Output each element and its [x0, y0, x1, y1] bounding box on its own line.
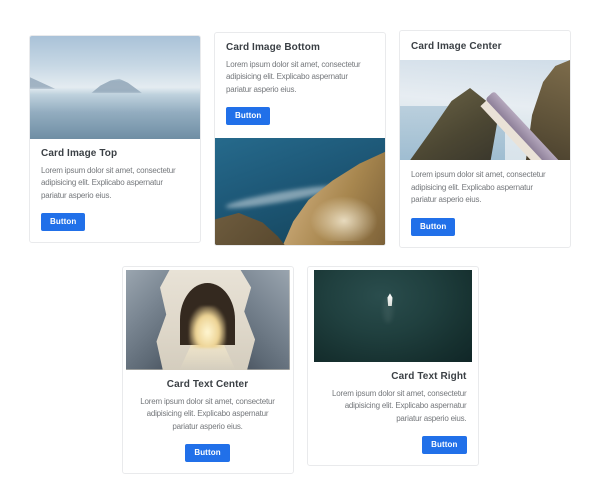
card-text: Lorem ipsum dolor sit amet, consectetur …	[226, 59, 374, 97]
card-body: Lorem ipsum dolor sit amet, consectetur …	[400, 160, 570, 247]
card-body: Card Text Right Lorem ipsum dolor sit am…	[308, 362, 478, 466]
card-body: Card Text Center Lorem ipsum dolor sit a…	[123, 370, 293, 474]
ocean-cliff-photo	[215, 138, 385, 245]
page-canvas: Card Image Top Lorem ipsum dolor sit ame…	[0, 0, 600, 488]
mountain-silhouette	[91, 79, 142, 93]
card-body: Card Image Bottom Lorem ipsum dolor sit …	[215, 33, 385, 137]
card-title: Card Text Right	[319, 371, 467, 382]
card-row-top: Card Image Top Lorem ipsum dolor sit ame…	[0, 0, 600, 248]
card-image-center: Card Image Center Lorem ipsum dolor sit …	[399, 30, 571, 248]
hazy-sea-photo	[30, 36, 200, 139]
boat-aerial-photo	[314, 270, 472, 362]
card-title: Card Image Top	[41, 148, 189, 159]
card-title: Card Text Center	[134, 379, 282, 390]
rock-tunnel-photo	[126, 270, 290, 370]
right-rocks	[240, 270, 289, 370]
card-button[interactable]: Button	[422, 436, 466, 454]
card-button[interactable]: Button	[41, 213, 85, 231]
card-text-center: Card Text Center Lorem ipsum dolor sit a…	[122, 266, 294, 475]
card-text: Lorem ipsum dolor sit amet, consectetur …	[319, 388, 467, 426]
card-body: Card Image Top Lorem ipsum dolor sit ame…	[30, 139, 200, 243]
card-row-bottom: Card Text Center Lorem ipsum dolor sit a…	[0, 266, 600, 475]
headland-silhouette	[30, 76, 56, 89]
tunnel-glow	[189, 306, 225, 348]
card-header: Card Image Center	[400, 31, 570, 60]
card-button[interactable]: Button	[226, 107, 270, 125]
cliff-highlight	[310, 196, 378, 241]
card-text: Lorem ipsum dolor sit amet, consectetur …	[134, 396, 282, 434]
card-image-bottom: Card Image Bottom Lorem ipsum dolor sit …	[214, 32, 386, 247]
card-button[interactable]: Button	[411, 218, 455, 236]
card-text-right: Card Text Right Lorem ipsum dolor sit am…	[307, 266, 479, 467]
card-text: Lorem ipsum dolor sit amet, consectetur …	[411, 169, 559, 207]
card-title: Card Image Center	[411, 41, 559, 52]
coastal-road-photo	[400, 60, 570, 160]
card-button[interactable]: Button	[185, 444, 229, 462]
left-rocks	[126, 270, 170, 370]
card-text: Lorem ipsum dolor sit amet, consectetur …	[41, 165, 189, 203]
card-image-top: Card Image Top Lorem ipsum dolor sit ame…	[29, 35, 201, 244]
card-title: Card Image Bottom	[226, 42, 374, 53]
